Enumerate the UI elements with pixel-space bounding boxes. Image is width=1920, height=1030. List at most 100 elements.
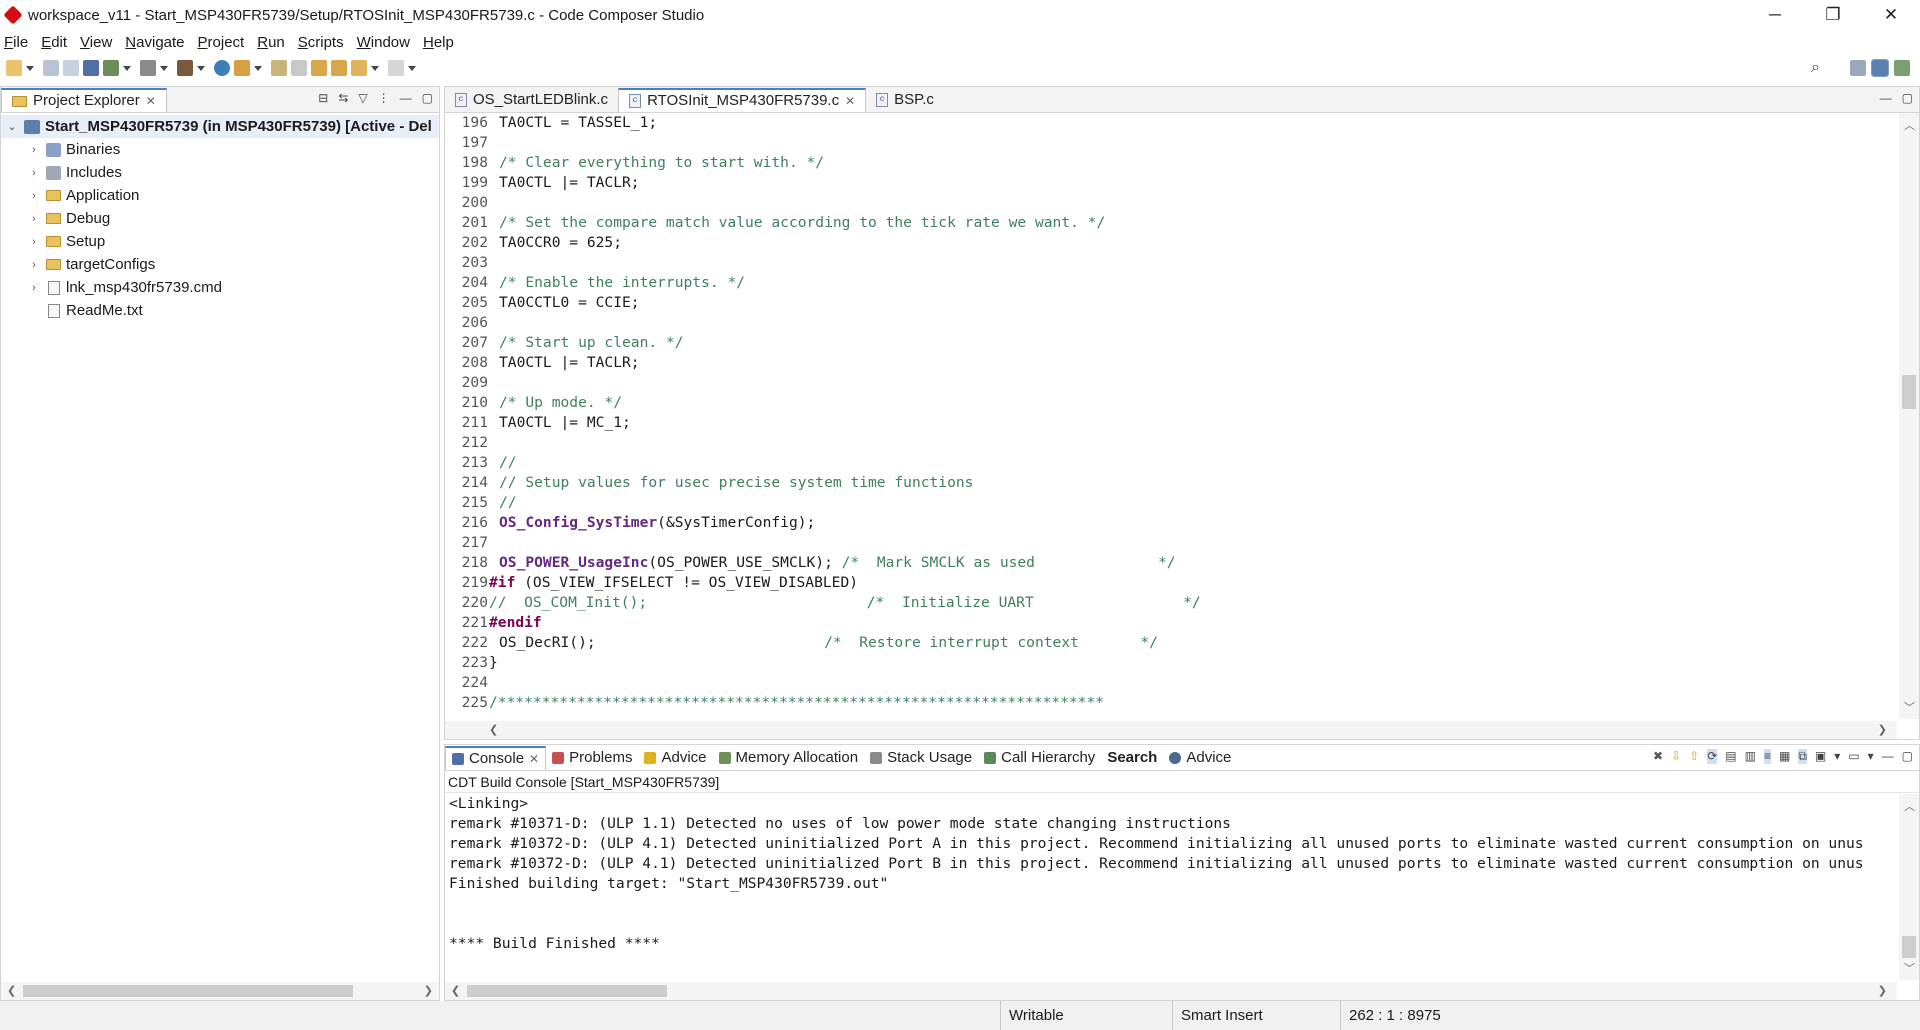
tab-editor-file[interactable]: c BSP.c (866, 88, 944, 112)
new-icon[interactable] (6, 60, 22, 76)
close-tab-icon[interactable]: ✕ (845, 89, 855, 113)
editor-vscroll-thumb[interactable] (1902, 375, 1916, 409)
run-dropdown-icon[interactable] (254, 65, 262, 71)
maximize-editor-icon[interactable]: ▢ (1902, 91, 1913, 105)
editor-vscrollbar[interactable]: ︿ ﹀ (1899, 113, 1919, 719)
debug-icon[interactable] (103, 60, 119, 76)
tree-item[interactable]: › targetConfigs (1, 253, 439, 276)
clear-console-icon[interactable]: ▥ (1745, 749, 1756, 764)
run-icon[interactable] (234, 60, 250, 76)
editor-hscrollbar[interactable]: ❮ ❯ (445, 721, 1897, 739)
open-type-icon[interactable] (271, 60, 287, 76)
minimize-view-icon[interactable]: — (400, 91, 412, 105)
chevron-down-icon[interactable]: ⌄ (5, 120, 19, 133)
scroll-left-icon[interactable]: ❮ (489, 723, 498, 736)
pin-console-icon[interactable]: ▦ (1779, 749, 1790, 764)
chevron-right-icon[interactable]: › (27, 282, 41, 294)
tree-item[interactable]: › Includes (1, 161, 439, 184)
menu-help[interactable]: Help (423, 34, 454, 51)
menu-scripts[interactable]: Scripts (298, 34, 344, 51)
console-hscrollbar[interactable]: ❮ ❯ (445, 982, 1897, 1000)
menu-view[interactable]: View (80, 34, 112, 51)
close-button[interactable]: ✕ (1862, 0, 1920, 30)
menu-file[interactable]: File (4, 34, 28, 51)
build-dropdown-icon[interactable] (197, 65, 205, 71)
scroll-up-icon[interactable]: ︿ (1904, 117, 1915, 133)
menu-navigate[interactable]: Navigate (125, 34, 184, 51)
menu-edit[interactable]: Edit (41, 34, 67, 51)
scroll-lock-up-icon[interactable]: ⇧ (1689, 749, 1699, 764)
scroll-lock-down-icon[interactable]: ⇩ (1671, 749, 1681, 764)
search-icon[interactable]: ⌕ (1811, 59, 1820, 77)
console-hscroll-thumb[interactable] (467, 985, 667, 997)
tab-problems[interactable]: Problems (546, 746, 638, 770)
flash-dropdown-icon[interactable] (160, 65, 168, 71)
scroll-left-icon[interactable]: ❮ (451, 984, 460, 997)
chevron-right-icon[interactable]: › (27, 213, 41, 225)
ccs-debug-perspective-icon[interactable] (1894, 60, 1910, 76)
explorer-hscrollbar[interactable]: ❮ ❯ (1, 982, 439, 1000)
copy-build-log-icon[interactable]: ▤ (1725, 749, 1736, 764)
forward-icon[interactable] (388, 60, 404, 76)
debug-dropdown-icon[interactable] (123, 65, 131, 71)
tab-search[interactable]: Search (1101, 746, 1163, 770)
tab-stack-usage[interactable]: Stack Usage (864, 746, 978, 770)
scroll-down-icon[interactable]: ﹀ (1904, 960, 1915, 976)
menu-run[interactable]: Run (257, 34, 285, 51)
maximize-button[interactable]: ❐ (1804, 0, 1862, 30)
tree-item[interactable]: › Application (1, 184, 439, 207)
menu-project[interactable]: Project (198, 34, 245, 51)
collapse-all-icon[interactable]: ⊟ (318, 91, 328, 105)
new-console-dropdown-icon[interactable]: ▾ (1868, 749, 1874, 764)
console-vscrollbar[interactable]: ︿ ﹀ (1899, 794, 1919, 980)
save-all-icon[interactable] (63, 60, 79, 76)
chevron-right-icon[interactable]: › (27, 167, 41, 179)
back-icon[interactable] (351, 60, 367, 76)
tab-call-hierarchy[interactable]: Call Hierarchy (978, 746, 1101, 770)
tab-editor-file[interactable]: c RTOSInit_MSP430FR5739.c ✕ (618, 88, 867, 113)
back-dropdown-icon[interactable] (371, 65, 379, 71)
ccs-edit-perspective-icon[interactable] (1871, 59, 1889, 77)
save-icon[interactable] (43, 60, 59, 76)
filter-icon[interactable]: ▽ (358, 91, 367, 105)
tab-editor-file[interactable]: c OS_StartLEDBlink.c (445, 88, 618, 112)
tree-item[interactable]: › Debug (1, 207, 439, 230)
console-dropdown-icon[interactable]: ▾ (1834, 749, 1840, 764)
tab-memory-allocation[interactable]: Memory Allocation (713, 746, 865, 770)
tree-project-node[interactable]: ⌄ Start_MSP430FR5739 (in MSP430FR5739) [… (1, 115, 439, 138)
chevron-right-icon[interactable]: › (27, 190, 41, 202)
view-menu-icon[interactable]: ⋮ (378, 91, 390, 105)
search-refs-icon[interactable] (214, 60, 230, 76)
menu-window[interactable]: Window (357, 34, 410, 51)
display-console-icon[interactable]: ⧉ (1798, 749, 1807, 764)
link-editor-icon[interactable]: ⇆ (338, 91, 348, 105)
explorer-hscroll-thumb[interactable] (23, 985, 353, 997)
close-tab-icon[interactable]: ✕ (146, 89, 156, 113)
maximize-view-icon[interactable]: ▢ (422, 91, 433, 105)
chevron-right-icon[interactable]: › (27, 259, 41, 271)
open-perspective-icon[interactable] (1850, 60, 1866, 76)
new-console-icon[interactable]: ▭ (1848, 749, 1859, 764)
open-console-icon[interactable]: ▣ (1815, 749, 1826, 764)
last-edit-icon[interactable] (311, 60, 327, 76)
tree-item[interactable]: ReadMe.txt (1, 299, 439, 322)
remove-launches-icon[interactable]: ✖ (1653, 749, 1663, 764)
scroll-right-icon[interactable]: ❯ (1878, 984, 1887, 997)
tree-item[interactable]: › lnk_msp430fr5739.cmd (1, 276, 439, 299)
new-dropdown-icon[interactable] (26, 65, 34, 71)
tab-console[interactable]: Console ✕ (445, 746, 547, 770)
console-vscroll-thumb[interactable] (1902, 936, 1916, 958)
toggle-mark-icon[interactable] (291, 60, 307, 76)
show-console-icon[interactable]: ⟳ (1707, 749, 1718, 764)
scroll-right-icon[interactable]: ❯ (1878, 723, 1887, 736)
forward-dropdown-icon[interactable] (408, 65, 416, 71)
scroll-right-icon[interactable]: ❯ (424, 984, 433, 997)
scroll-down-icon[interactable]: ﹀ (1904, 699, 1915, 715)
build-console-icon[interactable] (83, 60, 99, 76)
console-output[interactable]: <Linking> remark #10371-D: (ULP 1.1) Dete… (445, 794, 1897, 980)
chevron-right-icon[interactable]: › (27, 144, 41, 156)
tab-project-explorer[interactable]: Project Explorer ✕ (1, 88, 167, 112)
tab-advice[interactable]: Advice (1163, 746, 1237, 770)
scroll-up-icon[interactable]: ︿ (1904, 798, 1915, 814)
scroll-left-icon[interactable]: ❮ (7, 984, 16, 997)
